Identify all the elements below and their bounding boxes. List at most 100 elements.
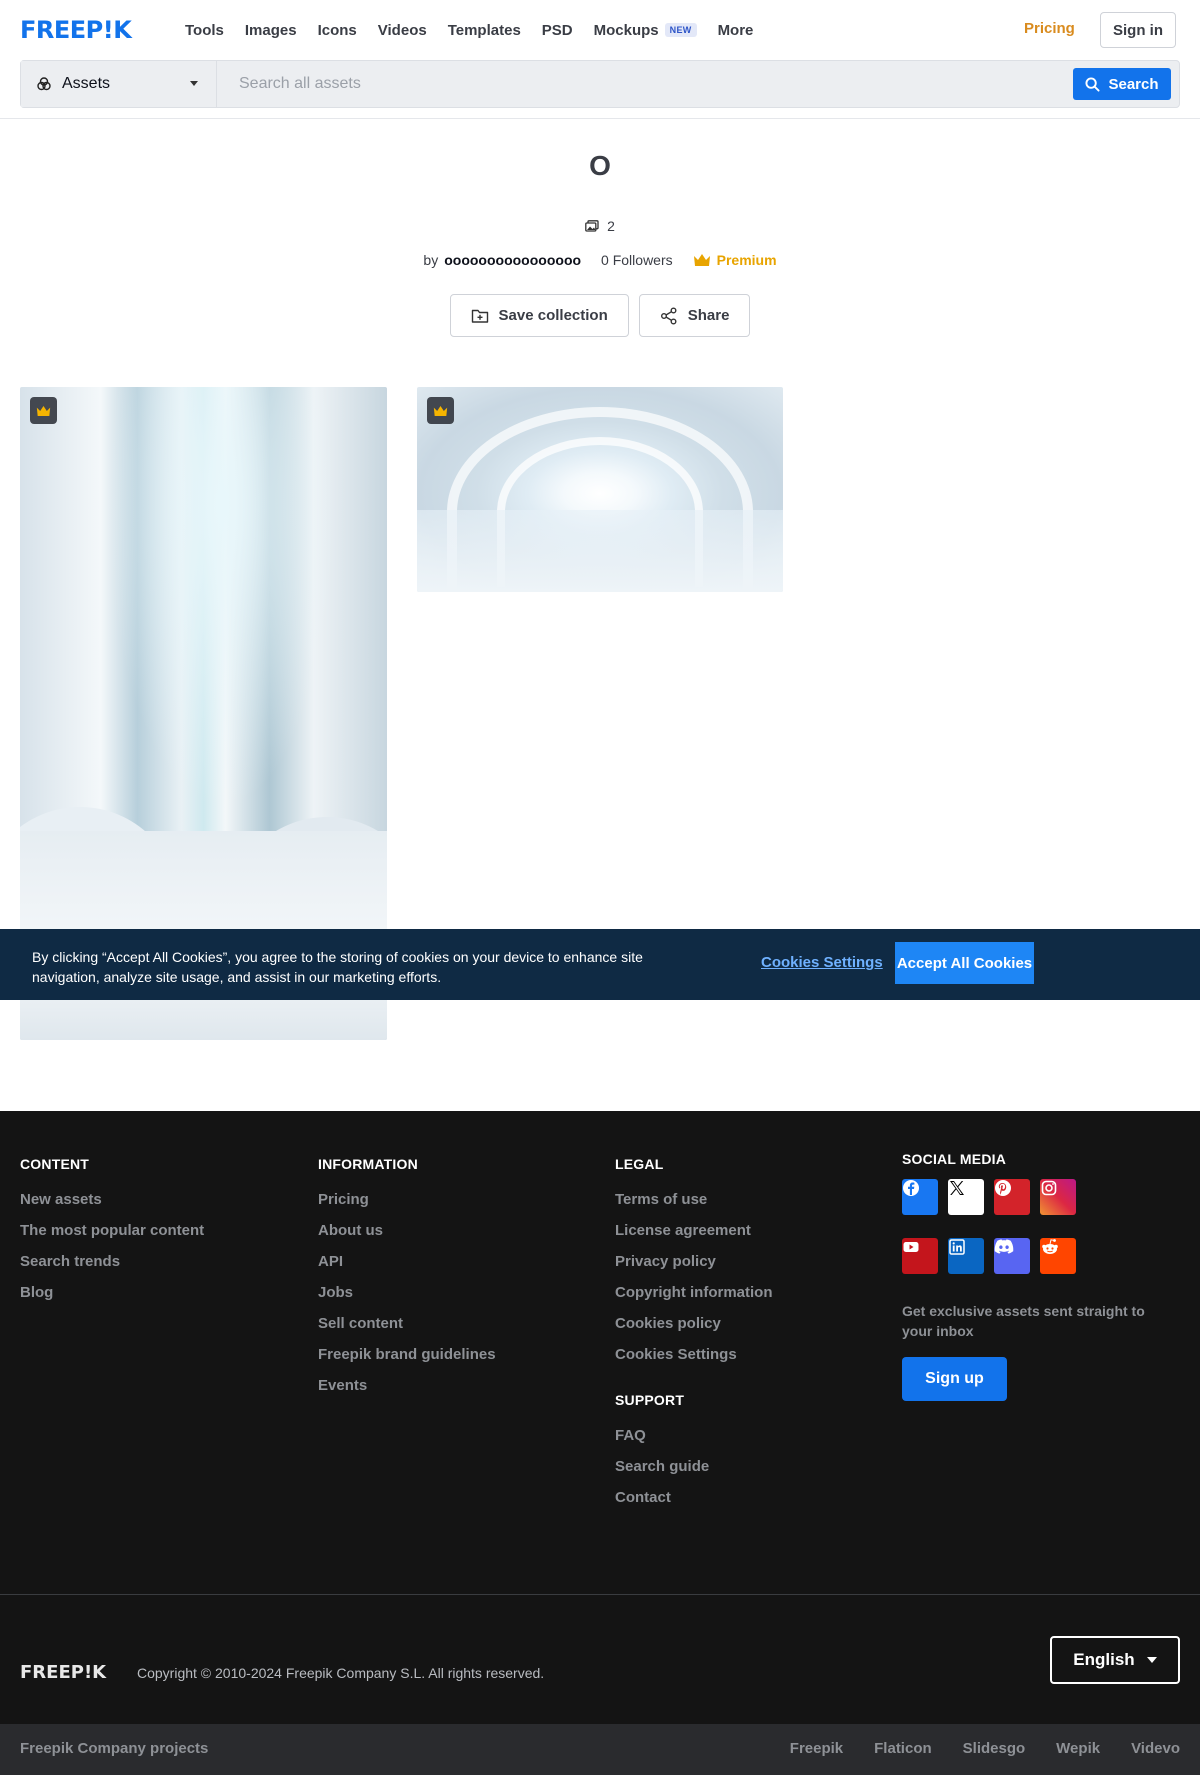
pinterest-icon[interactable] xyxy=(994,1179,1030,1215)
language-select[interactable]: English xyxy=(1050,1636,1180,1684)
search-bar: Assets Search xyxy=(20,60,1180,108)
project-link[interactable]: Flaticon xyxy=(874,1740,932,1757)
nav-icons[interactable]: Icons xyxy=(318,22,357,39)
header-divider xyxy=(0,118,1200,119)
collection-meta: by oooooooooooooooo 0 Followers Premium xyxy=(0,252,1200,268)
assets-icon xyxy=(37,77,51,91)
nav-templates[interactable]: Templates xyxy=(448,22,521,39)
top-bar: FREEP!K Tools Images Icons Videos Templa… xyxy=(0,0,1200,60)
footer-logo[interactable]: FREEP!K xyxy=(20,1662,106,1683)
instagram-icon[interactable] xyxy=(1040,1179,1076,1215)
cookie-text: By clicking “Accept All Cookies”, you ag… xyxy=(32,949,643,985)
premium-tag xyxy=(427,397,454,424)
footer-information-column: INFORMATION Pricing About us API Jobs Se… xyxy=(318,1156,496,1408)
footer-link[interactable]: Events xyxy=(318,1377,496,1395)
footer-link[interactable]: Search trends xyxy=(20,1253,204,1271)
project-link[interactable]: Freepik xyxy=(790,1740,843,1757)
language-label: English xyxy=(1073,1650,1135,1669)
author: by oooooooooooooooo xyxy=(423,252,581,268)
footer-link[interactable]: The most popular content xyxy=(20,1222,204,1240)
social-icons xyxy=(902,1179,1172,1287)
collection-actions: Save collection Share xyxy=(0,294,1200,337)
nav-tools[interactable]: Tools xyxy=(185,22,224,39)
footer-content-column: CONTENT New assets The most popular cont… xyxy=(20,1156,204,1315)
author-prefix: by xyxy=(423,252,439,268)
main-nav: Tools Images Icons Videos Templates PSD … xyxy=(185,0,753,60)
sign-in-button[interactable]: Sign in xyxy=(1100,12,1176,48)
footer-link[interactable]: Terms of use xyxy=(615,1191,773,1209)
projects-label: Freepik Company projects xyxy=(20,1740,209,1757)
author-name[interactable]: oooooooooooooooo xyxy=(444,252,581,268)
pricing-link[interactable]: Pricing xyxy=(1024,20,1075,37)
copyright-text: Copyright © 2010-2024 Freepik Company S.… xyxy=(137,1665,545,1681)
crown-icon xyxy=(693,254,710,266)
chevron-down-icon xyxy=(190,81,198,86)
crown-icon xyxy=(433,405,448,416)
newsletter-text: Get exclusive assets sent straight to yo… xyxy=(902,1303,1145,1339)
footer-link[interactable]: Blog xyxy=(20,1284,204,1302)
share-button[interactable]: Share xyxy=(638,294,751,337)
nav-images[interactable]: Images xyxy=(245,22,297,39)
footer-link[interactable]: FAQ xyxy=(615,1427,773,1445)
collection-image-futuristic-tunnel[interactable] xyxy=(417,387,783,592)
freepik-logo[interactable]: FREEP!K xyxy=(20,18,132,42)
footer-link[interactable]: Search guide xyxy=(615,1458,773,1476)
footer-link[interactable]: About us xyxy=(318,1222,496,1240)
premium-badge: Premium xyxy=(693,252,777,268)
project-link[interactable]: Wepik xyxy=(1056,1740,1100,1757)
cookie-banner: By clicking “Accept All Cookies”, you ag… xyxy=(0,929,1200,1000)
footer-divider xyxy=(0,1594,1200,1595)
sign-up-button[interactable]: Sign up xyxy=(902,1357,1007,1401)
footer-link[interactable]: Contact xyxy=(615,1489,773,1507)
footer-heading: SOCIAL MEDIA xyxy=(902,1151,1007,1167)
footer-link[interactable]: Cookies Settings xyxy=(615,1346,773,1364)
nav-more[interactable]: More xyxy=(718,22,754,39)
footer-link[interactable]: Jobs xyxy=(318,1284,496,1302)
footer-link[interactable]: API xyxy=(318,1253,496,1271)
youtube-icon[interactable] xyxy=(902,1238,938,1274)
asset-type-select[interactable]: Assets xyxy=(21,61,217,107)
linkedin-icon[interactable] xyxy=(948,1238,984,1274)
project-link[interactable]: Slidesgo xyxy=(963,1740,1026,1757)
images-icon xyxy=(585,220,599,232)
footer-link[interactable]: New assets xyxy=(20,1191,204,1209)
footer-heading: SUPPORT xyxy=(615,1392,685,1408)
footer-social-column: SOCIAL MEDIA Get exclusive assets sent s… xyxy=(902,1151,1172,1401)
search-icon xyxy=(1085,76,1100,92)
footer-link[interactable]: Pricing xyxy=(318,1191,496,1209)
new-badge: NEW xyxy=(664,23,697,37)
discord-icon[interactable] xyxy=(994,1238,1030,1274)
followers-count: 0 Followers xyxy=(601,252,673,268)
premium-label: Premium xyxy=(716,252,777,268)
footer-link[interactable]: License agreement xyxy=(615,1222,773,1240)
footer-link[interactable]: Freepik brand guidelines xyxy=(318,1346,496,1364)
premium-tag xyxy=(30,397,57,424)
footer-link[interactable]: Privacy policy xyxy=(615,1253,773,1271)
footer-link[interactable]: Copyright information xyxy=(615,1284,773,1302)
share-icon xyxy=(660,307,677,324)
collection-title: O xyxy=(589,150,611,181)
project-link[interactable]: Videvo xyxy=(1131,1740,1180,1757)
nav-videos[interactable]: Videos xyxy=(378,22,427,39)
nav-mockups[interactable]: Mockups NEW xyxy=(594,22,697,39)
x-icon[interactable] xyxy=(948,1179,984,1215)
footer-link[interactable]: Sell content xyxy=(318,1315,496,1333)
footer-heading: CONTENT xyxy=(20,1156,90,1172)
facebook-icon[interactable] xyxy=(902,1179,938,1215)
accept-cookies-button[interactable]: Accept All Cookies xyxy=(895,942,1034,984)
save-collection-button[interactable]: Save collection xyxy=(449,294,629,337)
nav-psd[interactable]: PSD xyxy=(542,22,573,39)
search-button[interactable]: Search xyxy=(1073,68,1171,100)
projects-list: Freepik Flaticon Slidesgo Wepik Videvo xyxy=(790,1740,1180,1757)
asset-type-label: Assets xyxy=(62,75,111,92)
reddit-icon[interactable] xyxy=(1040,1238,1076,1274)
save-collection-label: Save collection xyxy=(498,307,608,324)
image-shape xyxy=(417,510,783,592)
footer-legal-column: LEGAL Terms of use License agreement Pri… xyxy=(615,1156,773,1520)
search-input[interactable] xyxy=(217,61,1073,107)
footer-link[interactable]: Cookies policy xyxy=(615,1315,773,1333)
folder-add-icon xyxy=(471,309,488,323)
footer-heading: LEGAL xyxy=(615,1156,664,1172)
cookies-settings-button[interactable]: Cookies Settings xyxy=(761,954,883,971)
nav-mockups-label: Mockups xyxy=(593,21,659,39)
